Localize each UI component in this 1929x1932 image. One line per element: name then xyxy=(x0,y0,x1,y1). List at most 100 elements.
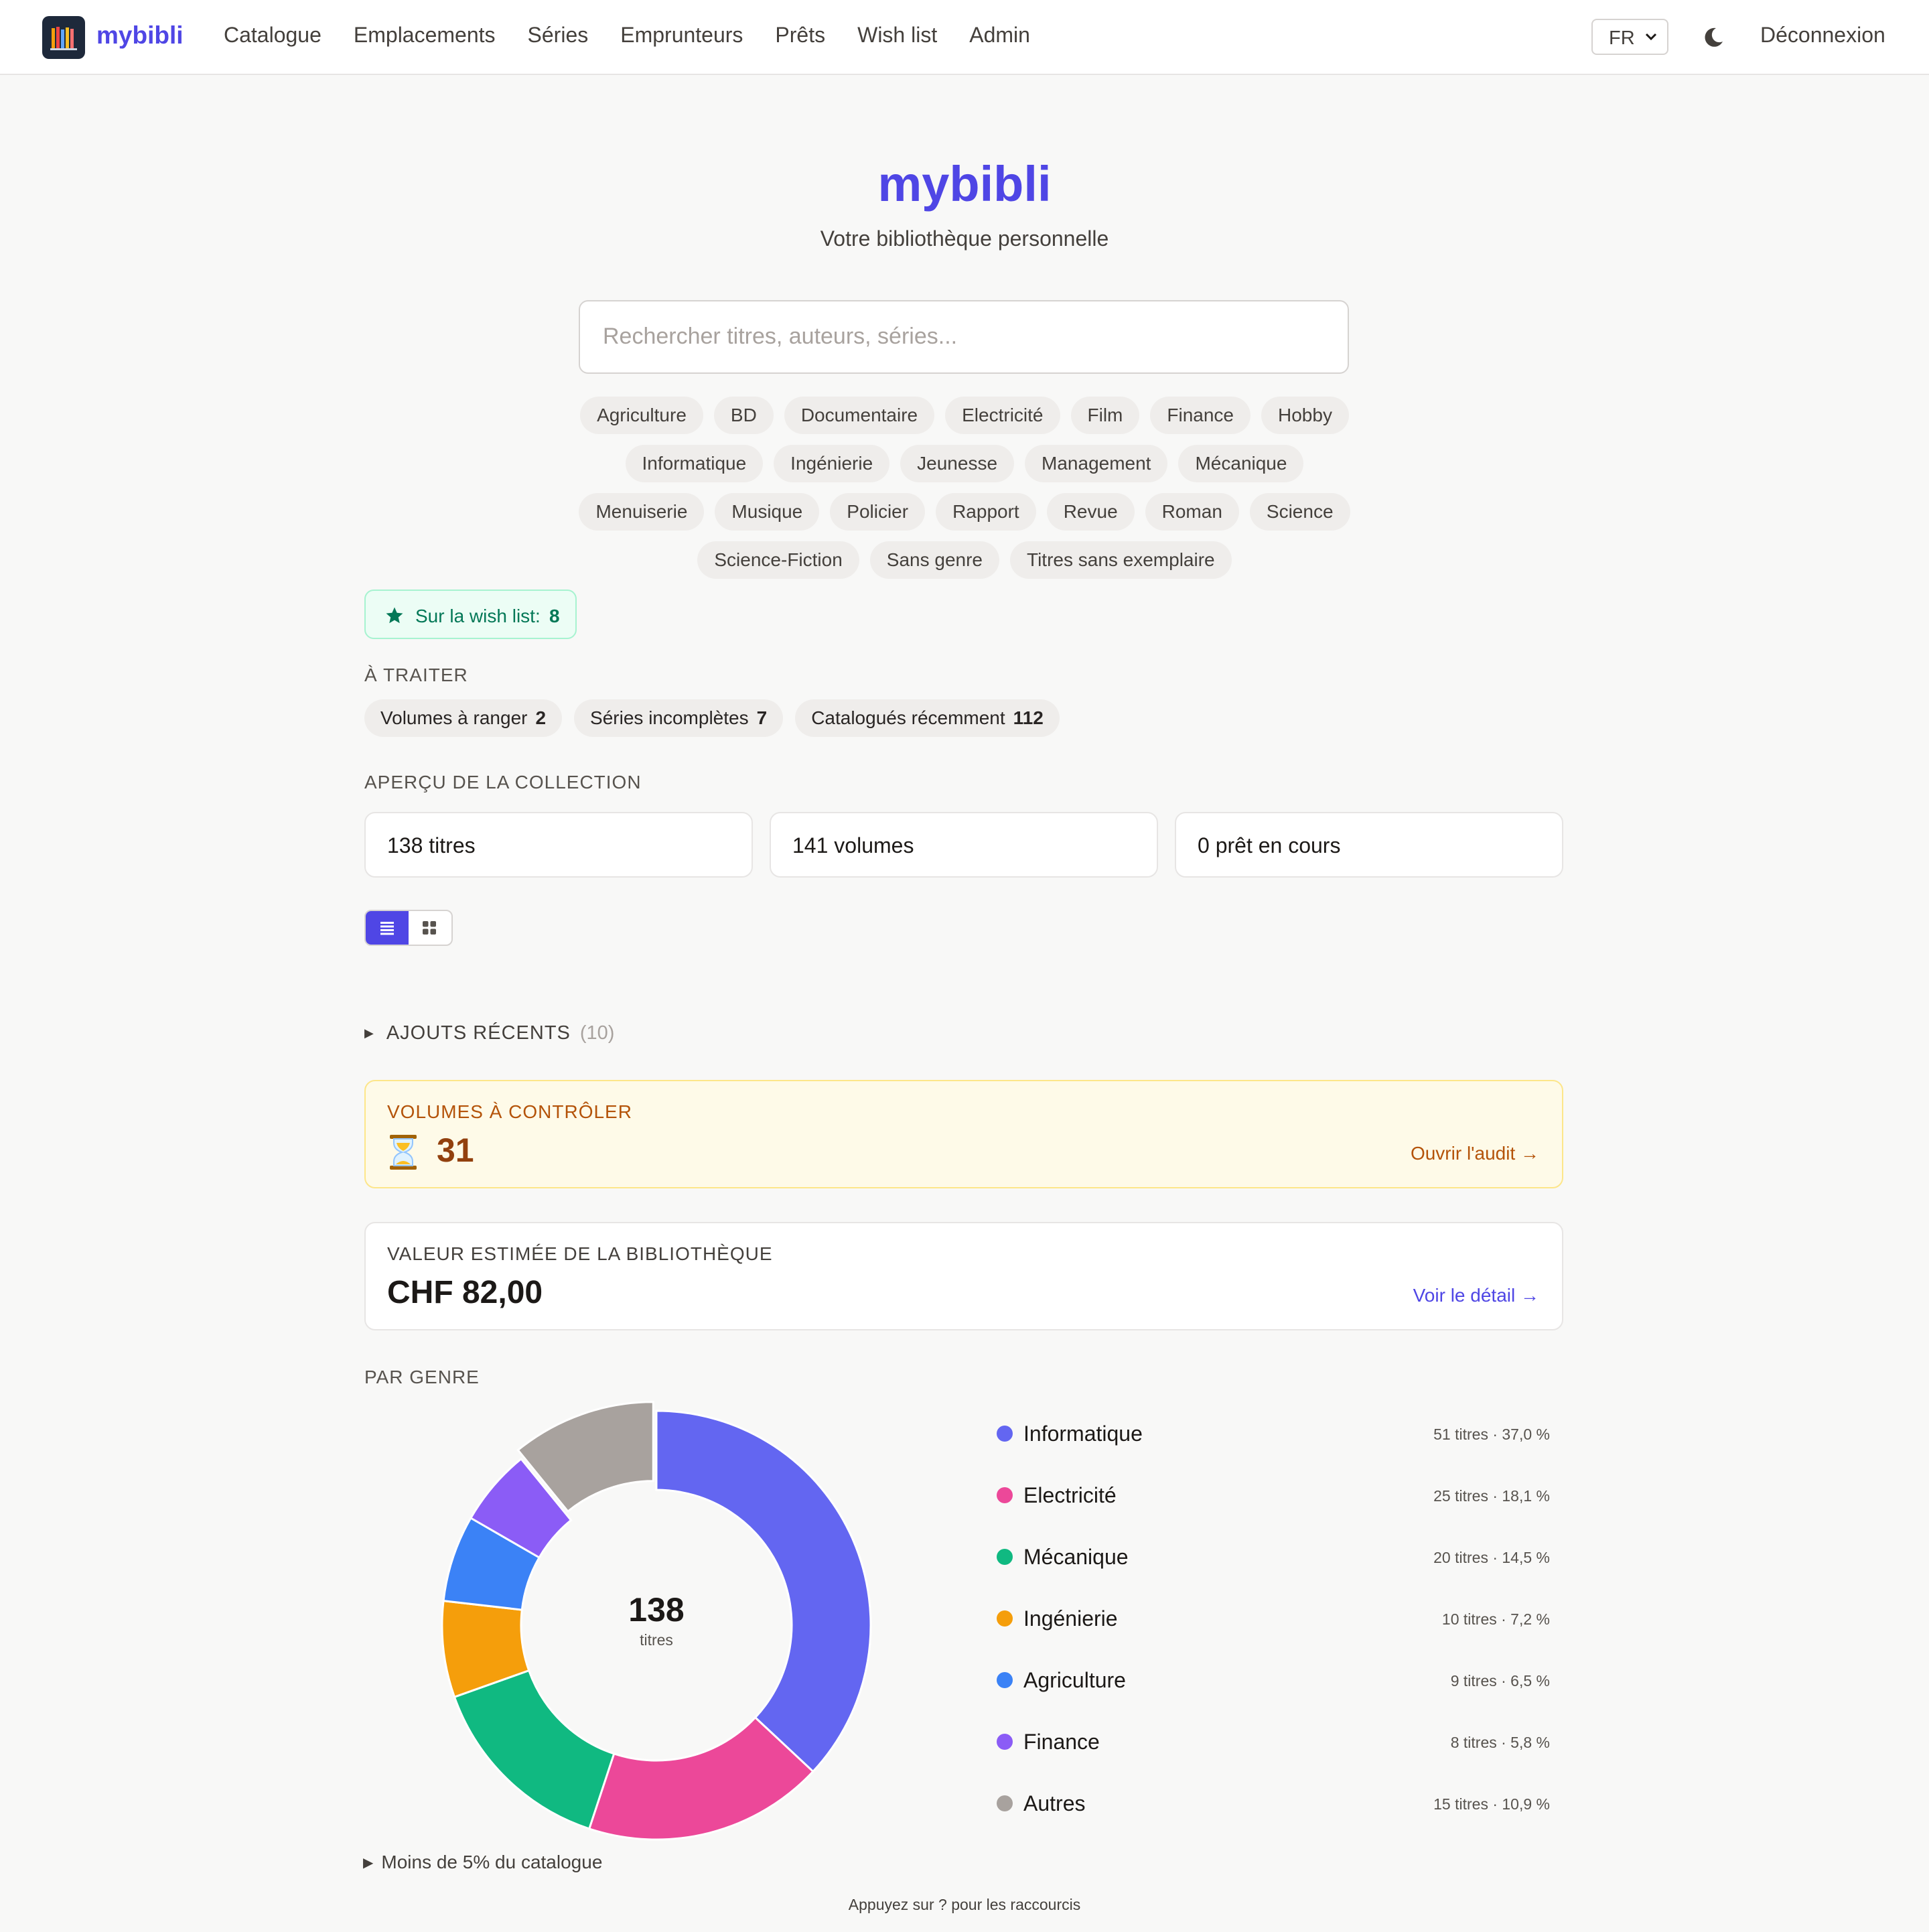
legend-swatch xyxy=(997,1487,1013,1503)
page-title: mybibli xyxy=(877,156,1052,212)
nav-emprunteurs[interactable]: Emprunteurs xyxy=(620,23,743,48)
legend-meta: 25 titres · 18,1 % xyxy=(1433,1487,1550,1505)
genre-chip[interactable]: Finance xyxy=(1150,397,1251,434)
recent-additions-toggle[interactable]: ▶ AJOUTS RÉCENTS (10) xyxy=(364,1022,614,1044)
genre-chip[interactable]: Sans genre xyxy=(869,541,999,579)
shortcut-hint: Appuyez sur ? pour les raccourcis xyxy=(848,1896,1081,1913)
legend-item: Agriculture 9 titres · 6,5 % xyxy=(994,1664,1550,1698)
genre-chip-row: Science-Fiction Sans genre Titres sans e… xyxy=(0,541,1929,579)
legend-swatch xyxy=(997,1672,1013,1688)
genre-chip[interactable]: Hobby xyxy=(1261,397,1349,434)
donut-slice-informatique[interactable] xyxy=(655,1409,872,1773)
valuation-card: VALEUR ESTIMÉE DE LA BIBLIOTHÈQUE CHF 82… xyxy=(364,1222,1563,1330)
grid-view-icon xyxy=(423,921,436,935)
genre-chip[interactable]: Informatique xyxy=(625,445,764,482)
nav-catalogue[interactable]: Catalogue xyxy=(224,23,322,48)
legend-item: Electricité 25 titres · 18,1 % xyxy=(994,1479,1550,1513)
genre-chip[interactable]: Agriculture xyxy=(580,397,703,434)
wishlist-count: 8 xyxy=(549,606,560,626)
legend-name: Informatique xyxy=(1023,1422,1143,1446)
nav-series[interactable]: Séries xyxy=(528,23,589,48)
nav-admin[interactable]: Admin xyxy=(969,23,1030,48)
legend-name: Agriculture xyxy=(1023,1668,1126,1692)
main-nav: Catalogue Emplacements Séries Emprunteur… xyxy=(224,23,1062,48)
view-toggle xyxy=(364,910,453,946)
legend-item: Mécanique 20 titres · 14,5 % xyxy=(994,1541,1550,1574)
language-select[interactable]: FR xyxy=(1591,19,1668,55)
search-input[interactable] xyxy=(601,323,1328,350)
genre-chip[interactable]: Roman xyxy=(1145,493,1239,531)
legend-item: Ingénierie 10 titres · 7,2 % xyxy=(994,1602,1550,1636)
genre-chip-row: Informatique Ingénierie Jeunesse Managem… xyxy=(0,445,1929,482)
stat-card-volumes: 141 volumes xyxy=(770,812,1158,878)
genre-chip[interactable]: Management xyxy=(1025,445,1168,482)
genre-chip[interactable]: Titres sans exemplaire xyxy=(1010,541,1232,579)
legend-item: Informatique 51 titres · 37,0 % xyxy=(994,1418,1550,1451)
genre-chip[interactable]: BD xyxy=(713,397,774,434)
nav-wish-list[interactable]: Wish list xyxy=(857,23,937,48)
genre-chip[interactable]: Policier xyxy=(830,493,926,531)
legend-meta: 20 titres · 14,5 % xyxy=(1433,1549,1550,1566)
legend-swatch xyxy=(997,1795,1013,1811)
genre-chip[interactable]: Science-Fiction xyxy=(697,541,859,579)
open-audit-link[interactable]: Ouvrir l'audit → xyxy=(1411,1143,1539,1164)
audit-label: VOLUMES À CONTRÔLER xyxy=(387,1101,632,1122)
genre-chip[interactable]: Mécanique xyxy=(1178,445,1304,482)
todo-incomplete-series[interactable]: Séries incomplètes 7 xyxy=(574,699,784,737)
nav-prets[interactable]: Prêts xyxy=(775,23,825,48)
legend-item: Finance 8 titres · 5,8 % xyxy=(994,1726,1550,1759)
nav-emplacements[interactable]: Emplacements xyxy=(354,23,496,48)
legend-swatch xyxy=(997,1610,1013,1627)
genre-chip[interactable]: Science xyxy=(1249,493,1350,531)
legend-meta: 51 titres · 37,0 % xyxy=(1433,1426,1550,1443)
genre-chip[interactable]: Electricité xyxy=(945,397,1060,434)
moon-icon[interactable] xyxy=(1701,25,1725,50)
star-icon xyxy=(386,607,403,624)
audit-count: 31 xyxy=(437,1131,474,1169)
legend-meta: 15 titres · 10,9 % xyxy=(1433,1795,1550,1813)
wishlist-badge[interactable]: Sur la wish list: 8 xyxy=(364,590,577,639)
chevron-down-icon xyxy=(1645,33,1657,41)
genre-chip-row: Menuiserie Musique Policier Rapport Revu… xyxy=(0,493,1929,531)
legend-item: Autres 15 titres · 10,9 % xyxy=(994,1787,1550,1821)
genre-chip[interactable]: Documentaire xyxy=(784,397,935,434)
brand-name[interactable]: mybibli xyxy=(96,21,184,50)
stat-card-titles: 138 titres xyxy=(364,812,753,878)
valuation-detail-link[interactable]: Voir le détail → xyxy=(1413,1285,1539,1306)
genre-chip[interactable]: Rapport xyxy=(936,493,1036,531)
genre-chip[interactable]: Revue xyxy=(1046,493,1135,531)
todo-heading: À TRAITER xyxy=(364,665,468,685)
overview-heading: APERÇU DE LA COLLECTION xyxy=(364,772,642,792)
top-navbar: mybibli Catalogue Emplacements Séries Em… xyxy=(0,0,1929,75)
donut-center-value: 138 xyxy=(628,1591,684,1629)
search-box[interactable] xyxy=(579,300,1349,374)
legend-name: Finance xyxy=(1023,1730,1100,1754)
donut-slice-mécanique[interactable] xyxy=(453,1669,616,1830)
genre-chip[interactable]: Jeunesse xyxy=(900,445,1015,482)
caret-right-icon: ▶ xyxy=(363,1856,374,1870)
legend-meta: 9 titres · 6,5 % xyxy=(1450,1672,1550,1689)
language-value: FR xyxy=(1609,27,1635,49)
wishlist-label: Sur la wish list: xyxy=(415,606,541,626)
list-view-icon xyxy=(380,922,394,935)
legend-name: Ingénierie xyxy=(1023,1606,1118,1631)
todo-volumes-to-shelve[interactable]: Volumes à ranger 2 xyxy=(364,699,563,737)
legend-swatch xyxy=(997,1426,1013,1442)
genre-chip[interactable]: Menuiserie xyxy=(579,493,705,531)
valuation-label: VALEUR ESTIMÉE DE LA BIBLIOTHÈQUE xyxy=(387,1243,773,1264)
genre-chip[interactable]: Film xyxy=(1070,397,1140,434)
genre-chip[interactable]: Ingénierie xyxy=(774,445,890,482)
stat-value: 0 prêt en cours xyxy=(1198,833,1341,857)
page-subtitle: Votre bibliothèque personnelle xyxy=(820,226,1109,251)
genre-heading: PAR GENRE xyxy=(364,1367,480,1387)
caret-right-icon: ▶ xyxy=(364,1026,374,1040)
genre-chip[interactable]: Musique xyxy=(715,493,820,531)
logout-link[interactable]: Déconnexion xyxy=(1760,23,1885,48)
legend-swatch xyxy=(997,1549,1013,1565)
bookshelf-logo-icon[interactable] xyxy=(42,16,85,59)
minor-genres-toggle[interactable]: ▶ Moins de 5% du catalogue xyxy=(363,1852,602,1873)
list-view-button[interactable] xyxy=(366,911,409,945)
donut-center-label: titres xyxy=(640,1631,673,1649)
todo-recently-catalogued[interactable]: Catalogués récemment 112 xyxy=(795,699,1060,737)
legend-meta: 8 titres · 5,8 % xyxy=(1450,1734,1550,1751)
